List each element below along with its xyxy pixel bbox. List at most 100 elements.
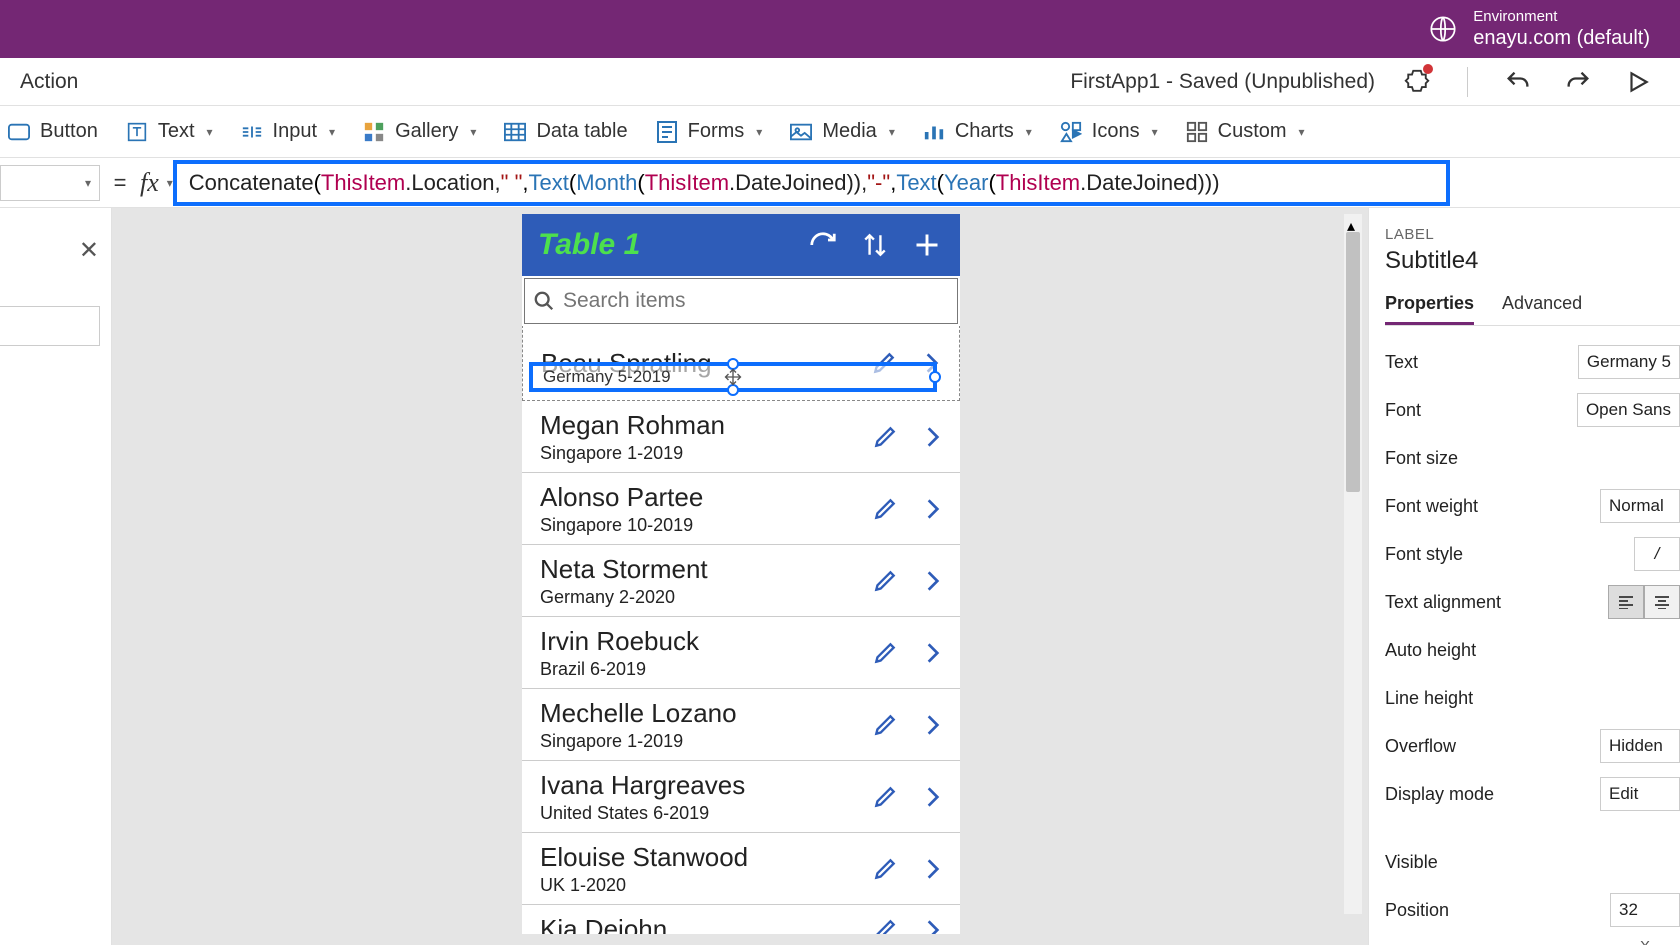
prop-position-label: Position [1385, 900, 1610, 921]
edit-icon[interactable] [872, 496, 898, 522]
prop-overflow-value[interactable]: Hidden [1600, 729, 1680, 763]
property-dropdown[interactable]: ▾ [0, 165, 100, 201]
tree-search-box[interactable] [0, 306, 100, 346]
text-align-segmented[interactable] [1608, 585, 1680, 619]
app-checker-icon[interactable] [1399, 64, 1435, 100]
list-item[interactable]: Alonso ParteeSingapore 10-2019 [522, 473, 960, 545]
edit-icon[interactable] [872, 640, 898, 666]
chevron-right-icon[interactable] [920, 712, 946, 738]
ribbon-gallery[interactable]: Gallery▾ [363, 120, 476, 143]
chevron-down-icon: ▾ [1152, 125, 1158, 139]
prop-x-label: X [1640, 938, 1680, 945]
ribbon-charts[interactable]: Charts▾ [923, 120, 1032, 143]
selected-subtitle-text: Germany 5-2019 [543, 367, 671, 387]
prop-visible-label: Visible [1385, 852, 1680, 873]
text-icon [126, 121, 148, 143]
control-name[interactable]: Subtitle4 [1385, 247, 1680, 275]
environment-block[interactable]: Environment enayu.com (default) [1429, 8, 1650, 50]
search-icon [533, 290, 555, 312]
preview-title: Table 1 [538, 228, 788, 262]
chevron-down-icon: ▾ [889, 125, 895, 139]
chevron-right-icon[interactable] [920, 496, 946, 522]
prop-fontsize-label: Font size [1385, 448, 1680, 469]
formula-input[interactable]: Concatenate(ThisItem.Location, " ", Text… [173, 160, 1450, 206]
chevron-right-icon[interactable] [920, 424, 946, 450]
command-tab-action[interactable]: Action [8, 70, 90, 94]
list-item[interactable]: Ivana HargreavesUnited States 6-2019 [522, 761, 960, 833]
search-input[interactable] [563, 289, 949, 313]
edit-icon[interactable] [872, 784, 898, 810]
title-bar: Environment enayu.com (default) [0, 0, 1680, 58]
undo-button[interactable] [1500, 64, 1536, 100]
ribbon-input[interactable]: Input▾ [241, 120, 336, 143]
move-icon[interactable] [724, 368, 742, 386]
ribbon-custom[interactable]: Custom▾ [1186, 120, 1305, 143]
prop-displaymode-value[interactable]: Edit [1600, 777, 1680, 811]
chevron-right-icon[interactable] [920, 917, 946, 935]
prop-font-label: Font [1385, 400, 1577, 421]
search-box[interactable] [524, 278, 958, 324]
edit-icon[interactable] [872, 568, 898, 594]
prop-fontstyle-value[interactable]: / [1634, 537, 1680, 571]
ribbon-button[interactable]: Button [8, 120, 98, 143]
properties-panel: LABEL Subtitle4 Properties Advanced Text… [1368, 208, 1680, 945]
selected-subtitle-control[interactable]: Germany 5-2019 [529, 362, 937, 392]
divider [1467, 67, 1468, 97]
prop-fontweight-label: Font weight [1385, 496, 1600, 517]
chevron-right-icon[interactable] [920, 640, 946, 666]
chevron-down-icon: ▾ [207, 125, 213, 139]
edit-icon[interactable] [872, 712, 898, 738]
prop-fontweight-value[interactable]: Normal [1600, 489, 1680, 523]
list-item[interactable]: Neta StormentGermany 2-2020 [522, 545, 960, 617]
app-status-text: FirstApp1 - Saved (Unpublished) [1070, 70, 1375, 94]
icons-icon [1060, 121, 1082, 143]
gallery-list: Beau Spratling Germany 5-2019 [522, 326, 960, 934]
ribbon-data-table[interactable]: Data table [504, 120, 627, 143]
environment-value: enayu.com (default) [1473, 26, 1650, 50]
ribbon-media[interactable]: Media▾ [790, 120, 895, 143]
edit-icon[interactable] [872, 856, 898, 882]
chevron-down-icon: ▾ [329, 125, 335, 139]
edit-icon[interactable] [872, 917, 898, 935]
tab-properties[interactable]: Properties [1385, 293, 1474, 325]
refresh-icon[interactable] [806, 228, 840, 262]
ribbon-forms[interactable]: Forms▾ [656, 120, 763, 143]
chevron-right-icon[interactable] [920, 784, 946, 810]
formula-bar: ▾ = fx▾ Concatenate(ThisItem.Location, "… [0, 158, 1680, 208]
prop-position-x[interactable]: 32 [1610, 893, 1680, 927]
tab-advanced[interactable]: Advanced [1502, 293, 1582, 325]
redo-button[interactable] [1560, 64, 1596, 100]
list-item[interactable]: Megan RohmanSingapore 1-2019 [522, 401, 960, 473]
list-item[interactable]: Elouise StanwoodUK 1-2020 [522, 833, 960, 905]
ribbon-text[interactable]: Text▾ [126, 120, 213, 143]
sort-icon[interactable] [858, 228, 892, 262]
list-item[interactable]: Irvin RoebuckBrazil 6-2019 [522, 617, 960, 689]
app-preview: Table 1 Beau Spratling [522, 214, 960, 934]
resize-handle[interactable] [929, 371, 941, 383]
prop-font-value[interactable]: Open Sans [1577, 393, 1680, 427]
canvas-area[interactable]: Table 1 Beau Spratling [112, 208, 1368, 945]
edit-icon[interactable] [872, 424, 898, 450]
align-left-icon[interactable] [1608, 585, 1644, 619]
preview-header: Table 1 [522, 214, 960, 276]
prop-text-value[interactable]: Germany 5 [1578, 345, 1680, 379]
align-center-icon[interactable] [1644, 585, 1680, 619]
prop-lineheight-label: Line height [1385, 688, 1680, 709]
canvas-scrollbar[interactable]: ▴ [1344, 214, 1362, 914]
input-icon [241, 121, 263, 143]
chevron-right-icon[interactable] [920, 568, 946, 594]
list-item[interactable]: Kia Dejohn [522, 905, 960, 934]
list-item[interactable]: Mechelle LozanoSingapore 1-2019 [522, 689, 960, 761]
scrollbar-thumb[interactable] [1346, 232, 1360, 492]
add-icon[interactable] [910, 228, 944, 262]
media-icon [790, 121, 812, 143]
play-button[interactable] [1620, 64, 1656, 100]
chevron-down-icon: ▾ [470, 125, 476, 139]
insert-ribbon: Button Text▾ Input▾ Gallery▾ Data table … [0, 106, 1680, 158]
ribbon-icons[interactable]: Icons▾ [1060, 120, 1158, 143]
chevron-right-icon[interactable] [920, 856, 946, 882]
list-item[interactable]: Beau Spratling Germany 5-2019 [522, 326, 960, 401]
custom-icon [1186, 121, 1208, 143]
prop-text-label: Text [1385, 352, 1578, 373]
fx-icon[interactable]: fx [140, 168, 159, 198]
